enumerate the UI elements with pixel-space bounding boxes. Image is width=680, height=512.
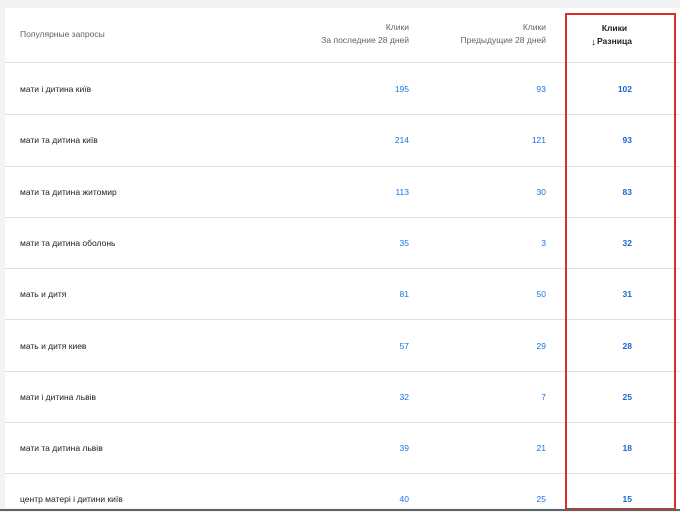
table-row[interactable]: мать и дитя 81 50 31 [5, 268, 680, 321]
column-header-clicks-current[interactable]: Клики За последние 28 дней [321, 21, 409, 47]
clicks-difference-cell: 83 [622, 186, 632, 197]
clicks-previous-cell: 93 [536, 84, 546, 94]
clicks-previous-cell: 21 [536, 443, 546, 454]
clicks-current-cell: 195 [394, 84, 409, 94]
table-row[interactable]: мати та дитина львів 39 21 18 [5, 422, 680, 475]
table-row[interactable]: мати і дитина київ 195 93 102 [5, 63, 680, 116]
clicks-previous-cell: 29 [536, 340, 546, 351]
clicks-difference-cell: 28 [622, 340, 632, 351]
table-row[interactable]: мати та дитина житомир 113 30 83 [5, 166, 680, 218]
clicks-previous-cell: 25 [536, 494, 546, 505]
clicks-difference-cell: 32 [622, 237, 632, 248]
query-cell: мати та дитина київ [20, 135, 98, 146]
clicks-difference-cell: 18 [622, 443, 632, 454]
query-cell: мати і дитина київ [20, 84, 92, 94]
queries-table: Популярные запросы Клики За последние 28… [5, 8, 680, 508]
clicks-current-cell: 32 [399, 391, 409, 402]
query-cell: мать и дитя киев [20, 340, 87, 351]
column-header-line: Клики [385, 22, 409, 32]
column-header-line: Предыдущие 28 дней [460, 35, 546, 45]
clicks-current-cell: 81 [399, 289, 409, 300]
clicks-current-cell: 57 [399, 340, 409, 351]
arrow-down-icon[interactable]: ↓ [591, 37, 596, 48]
clicks-difference-cell: 31 [622, 289, 632, 300]
clicks-difference-cell: 25 [622, 391, 632, 402]
clicks-previous-cell: 50 [536, 289, 546, 300]
column-header-queries[interactable]: Популярные запросы [20, 29, 105, 39]
clicks-current-cell: 40 [399, 494, 409, 505]
table-header: Популярные запросы Клики За последние 28… [5, 8, 680, 63]
clicks-previous-cell: 121 [531, 135, 546, 146]
column-header-line: Клики [522, 22, 546, 32]
clicks-difference-cell: 15 [622, 494, 632, 505]
column-header-clicks-difference[interactable]: Клики Разница [597, 22, 632, 48]
query-cell: мать и дитя [20, 289, 67, 300]
query-cell: мати та дитина львів [20, 443, 103, 454]
column-header-clicks-previous[interactable]: Клики Предыдущие 28 дней [461, 21, 546, 47]
query-cell: центр матері і дитини київ [20, 494, 123, 505]
table-row[interactable]: мать и дитя киев 57 29 28 [5, 320, 680, 372]
column-header-line: За последние 28 дней [321, 35, 409, 45]
clicks-difference-cell: 93 [622, 135, 632, 146]
divider [0, 509, 680, 511]
clicks-previous-cell: 7 [541, 391, 546, 402]
table-row[interactable]: мати та дитина київ 214 121 93 [5, 114, 680, 167]
column-header-line: Клики [601, 23, 628, 33]
clicks-difference-cell: 102 [617, 84, 632, 94]
clicks-current-cell: 39 [399, 443, 409, 454]
clicks-previous-cell: 30 [536, 186, 546, 197]
column-header-line: Разница [596, 36, 632, 46]
query-cell: мати та дитина оболонь [20, 237, 116, 248]
table-row[interactable]: мати і дитина львів 32 7 25 [5, 371, 680, 424]
clicks-current-cell: 35 [399, 237, 409, 248]
clicks-previous-cell: 3 [541, 237, 546, 248]
query-cell: мати і дитина львів [20, 391, 97, 402]
clicks-current-cell: 214 [394, 135, 409, 146]
clicks-current-cell: 113 [395, 186, 409, 197]
table-row[interactable]: мати та дитина оболонь 35 3 32 [5, 217, 680, 270]
query-cell: мати та дитина житомир [20, 186, 117, 197]
table-row[interactable]: центр матері і дитини київ 40 25 15 [5, 473, 680, 508]
